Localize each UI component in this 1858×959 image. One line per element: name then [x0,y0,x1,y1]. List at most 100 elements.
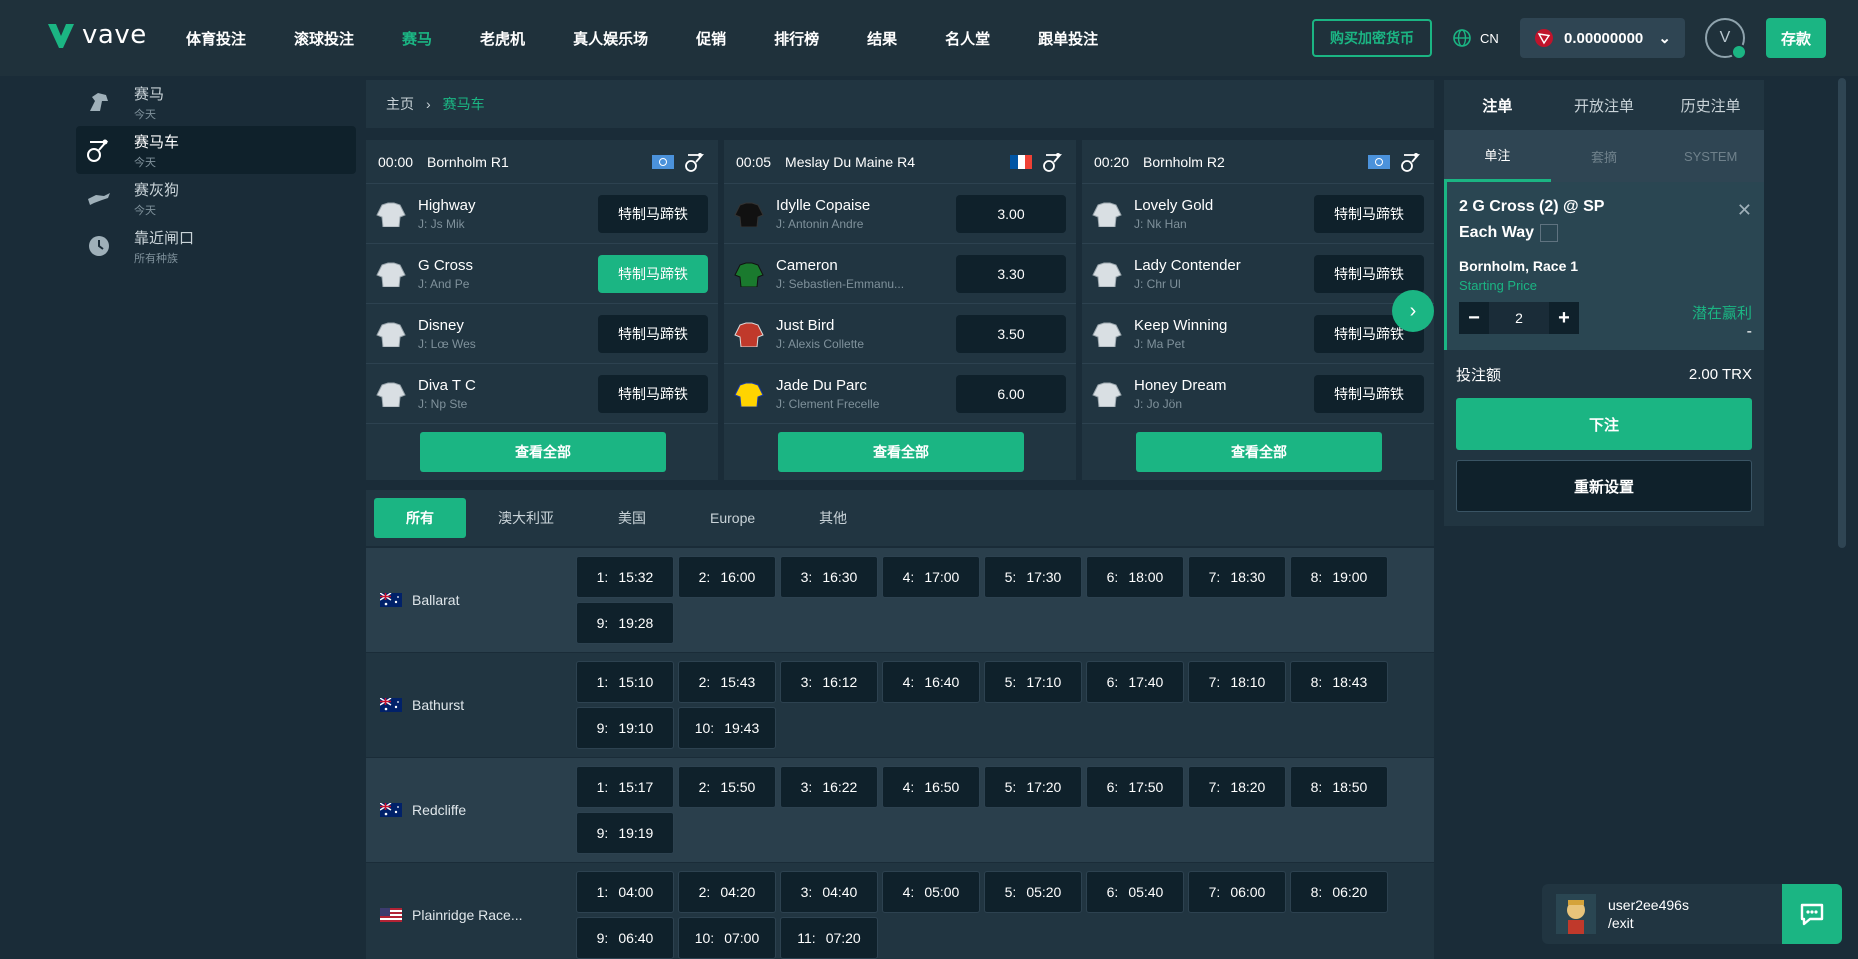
race-slot-button[interactable]: 5: 05:20 [984,871,1082,913]
region-tab[interactable]: 所有 [374,498,466,538]
odds-button[interactable]: 3.30 [956,254,1066,293]
race-slot-button[interactable]: 4: 16:50 [882,766,980,808]
odds-button[interactable]: 特制马蹄铁 [1314,194,1424,233]
plus-icon[interactable]: + [1549,302,1579,334]
track-name[interactable]: Ballarat [366,556,576,644]
race-slot-button[interactable]: 4: 16:40 [882,661,980,703]
sidebar-item[interactable]: 赛灰狗 今天 [76,174,356,222]
odds-button[interactable]: 3.00 [956,194,1066,233]
betslip-subtab[interactable]: 套摘 [1551,130,1658,182]
each-way-checkbox[interactable] [1540,223,1558,242]
odds-button[interactable]: 特制马蹄铁 [598,374,708,413]
race-slot-button[interactable]: 4: 17:00 [882,556,980,598]
nav-item[interactable]: 真人娱乐场 [573,28,648,49]
region-tab[interactable]: 其他 [787,498,879,538]
race-slot-button[interactable]: 6: 05:40 [1086,871,1184,913]
race-slot-button[interactable]: 9: 06:40 [576,917,674,959]
view-all-button[interactable]: 查看全部 [420,432,666,472]
race-slot-button[interactable]: 6: 17:40 [1086,661,1184,703]
sidebar-item[interactable]: 赛马 今天 [76,78,356,126]
sidebar-item[interactable]: 靠近闸口 所有种族 [76,222,356,270]
nav-item[interactable]: 体育投注 [186,28,246,49]
race-slot-button[interactable]: 6: 17:50 [1086,766,1184,808]
race-slot-button[interactable]: 9: 19:10 [576,707,674,749]
race-slot-button[interactable]: 3: 16:12 [780,661,878,703]
race-slot-button[interactable]: 10: 07:00 [678,917,776,959]
race-header[interactable]: 00:00 Bornholm R1 [366,140,718,184]
race-slot-button[interactable]: 10: 19:43 [678,707,776,749]
nav-item[interactable]: 排行榜 [774,28,819,49]
next-races-button[interactable]: › [1392,290,1434,332]
betslip-subtab[interactable]: SYSTEM [1657,130,1764,182]
race-slot-button[interactable]: 7: 18:30 [1188,556,1286,598]
chat-button[interactable] [1782,884,1842,944]
nav-item[interactable]: 滚球投注 [294,28,354,49]
race-slot-button[interactable]: 1: 04:00 [576,871,674,913]
odds-button[interactable]: 特制马蹄铁 [1314,254,1424,293]
chat-widget[interactable]: user2ee496s /exit [1542,884,1842,944]
betslip-subtab[interactable]: 单注 [1444,130,1551,182]
race-slot-button[interactable]: 7: 18:10 [1188,661,1286,703]
region-tab[interactable]: 美国 [586,498,678,538]
view-all-button[interactable]: 查看全部 [778,432,1024,472]
track-name[interactable]: Plainridge Race... [366,871,576,959]
deposit-button[interactable]: 存款 [1766,18,1826,58]
race-slot-button[interactable]: 8: 18:43 [1290,661,1388,703]
race-slot-button[interactable]: 8: 06:20 [1290,871,1388,913]
sidebar-item[interactable]: 赛马车 今天 [76,126,356,174]
odds-button[interactable]: 特制马蹄铁 [598,194,708,233]
scrollbar[interactable] [1838,78,1846,548]
place-bet-button[interactable]: 下注 [1456,398,1752,450]
race-slot-button[interactable]: 9: 19:28 [576,602,674,644]
minus-icon[interactable]: − [1459,302,1489,334]
nav-item[interactable]: 跟单投注 [1038,28,1098,49]
stake-stepper-value[interactable]: 2 [1489,310,1549,326]
odds-button[interactable]: 特制马蹄铁 [598,314,708,353]
race-slot-button[interactable]: 4: 05:00 [882,871,980,913]
odds-button[interactable]: 3.50 [956,314,1066,353]
track-name[interactable]: Bathurst [366,661,576,749]
odds-button[interactable]: 特制马蹄铁 [598,254,708,293]
race-slot-button[interactable]: 3: 16:30 [780,556,878,598]
view-all-button[interactable]: 查看全部 [1136,432,1382,472]
race-slot-button[interactable]: 9: 19:19 [576,812,674,854]
betslip-tab[interactable]: 开放注单 [1551,80,1658,130]
race-slot-button[interactable]: 2: 04:20 [678,871,776,913]
betslip-tab[interactable]: 注单 [1444,80,1551,130]
race-slot-button[interactable]: 2: 15:50 [678,766,776,808]
race-slot-button[interactable]: 3: 16:22 [780,766,878,808]
race-header[interactable]: 00:20 Bornholm R2 [1082,140,1434,184]
race-slot-button[interactable]: 2: 15:43 [678,661,776,703]
nav-item[interactable]: 促销 [696,28,726,49]
race-slot-button[interactable]: 2: 16:00 [678,556,776,598]
race-slot-button[interactable]: 5: 17:10 [984,661,1082,703]
race-slot-button[interactable]: 8: 18:50 [1290,766,1388,808]
track-name[interactable]: Redcliffe [366,766,576,854]
odds-button[interactable]: 特制马蹄铁 [1314,374,1424,413]
logo[interactable]: vave [46,20,147,50]
buy-crypto-button[interactable]: 购买加密货币 [1312,19,1432,57]
nav-item[interactable]: 结果 [867,28,897,49]
nav-item[interactable]: 赛马 [402,28,432,49]
betslip-tab[interactable]: 历史注单 [1657,80,1764,130]
breadcrumb-home[interactable]: 主页 [386,94,414,114]
race-slot-button[interactable]: 11: 07:20 [780,917,878,959]
nav-item[interactable]: 老虎机 [480,28,525,49]
language-selector[interactable]: CN [1452,28,1499,48]
region-tab[interactable]: Europe [678,498,787,538]
user-avatar[interactable]: V [1705,18,1747,60]
reset-button[interactable]: 重新设置 [1456,460,1752,512]
race-slot-button[interactable]: 7: 18:20 [1188,766,1286,808]
race-slot-button[interactable]: 7: 06:00 [1188,871,1286,913]
race-slot-button[interactable]: 5: 17:20 [984,766,1082,808]
race-header[interactable]: 00:05 Meslay Du Maine R4 [724,140,1076,184]
race-slot-button[interactable]: 6: 18:00 [1086,556,1184,598]
chat-exit[interactable]: /exit [1608,914,1689,932]
odds-button[interactable]: 6.00 [956,374,1066,413]
race-slot-button[interactable]: 3: 04:40 [780,871,878,913]
race-slot-button[interactable]: 8: 19:00 [1290,556,1388,598]
wallet-selector[interactable]: 0.00000000 ⌄ [1520,18,1685,58]
race-slot-button[interactable]: 5: 17:30 [984,556,1082,598]
race-slot-button[interactable]: 1: 15:10 [576,661,674,703]
race-slot-button[interactable]: 1: 15:17 [576,766,674,808]
